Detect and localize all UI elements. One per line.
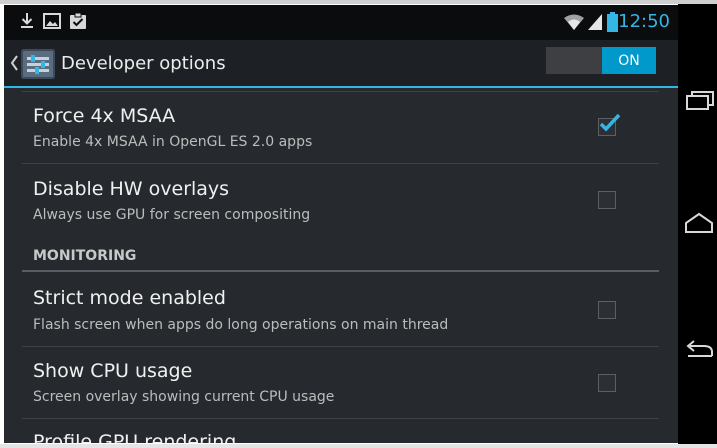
setting-title-profile-gpu[interactable]: Profile GPU rendering [33,431,236,443]
navigation-bar [678,4,717,444]
list-divider [22,346,659,347]
home-icon[interactable] [684,212,714,234]
setting-title: Force 4x MSAA [33,105,176,127]
frame-bottom-border [0,444,717,448]
setting-subtitle: Enable 4x MSAA in OpenGL ES 2.0 apps [33,134,313,150]
toggle-on-label: ON [602,47,656,74]
setting-title: Show CPU usage [33,360,193,382]
action-bar: Developer options ON [4,40,678,86]
setting-subtitle: Flash screen when apps do long operation… [33,317,449,333]
setting-title: Disable HW overlays [33,178,230,200]
list-divider [22,91,659,92]
developer-options-toggle[interactable]: ON [546,47,656,74]
signal-icon [588,14,602,30]
setting-subtitle: Always use GPU for screen compositing [33,207,311,223]
force-msaa-checkbox[interactable] [598,114,621,136]
page-title: Developer options [61,53,226,74]
action-bar-underline [4,86,678,88]
back-icon[interactable] [684,338,714,360]
show-cpu-usage-checkbox[interactable] [598,374,616,392]
section-divider [22,270,659,272]
strict-mode-checkbox[interactable] [598,301,616,319]
status-bar: 12:50 [4,5,678,40]
checkmark-icon [599,114,621,132]
battery-icon [607,12,618,32]
recent-apps-icon[interactable] [684,90,714,110]
device-screen: 12:50 Developer options ON Force 4x MSAA… [4,5,678,443]
list-divider [22,163,659,164]
setting-subtitle: Screen overlay showing current CPU usage [33,389,335,405]
wifi-icon [564,14,584,30]
settings-app-icon[interactable] [21,49,55,79]
clipboard-check-icon [70,12,86,29]
frame-top-border [0,0,717,4]
setting-title: Strict mode enabled [33,287,226,309]
download-icon [21,13,33,28]
status-time: 12:50 [618,11,670,32]
section-header-monitoring: MONITORING [33,248,137,264]
disable-hw-overlays-checkbox[interactable] [598,191,616,209]
list-divider [22,418,659,419]
image-icon [43,13,61,29]
up-caret-icon[interactable] [10,55,18,71]
